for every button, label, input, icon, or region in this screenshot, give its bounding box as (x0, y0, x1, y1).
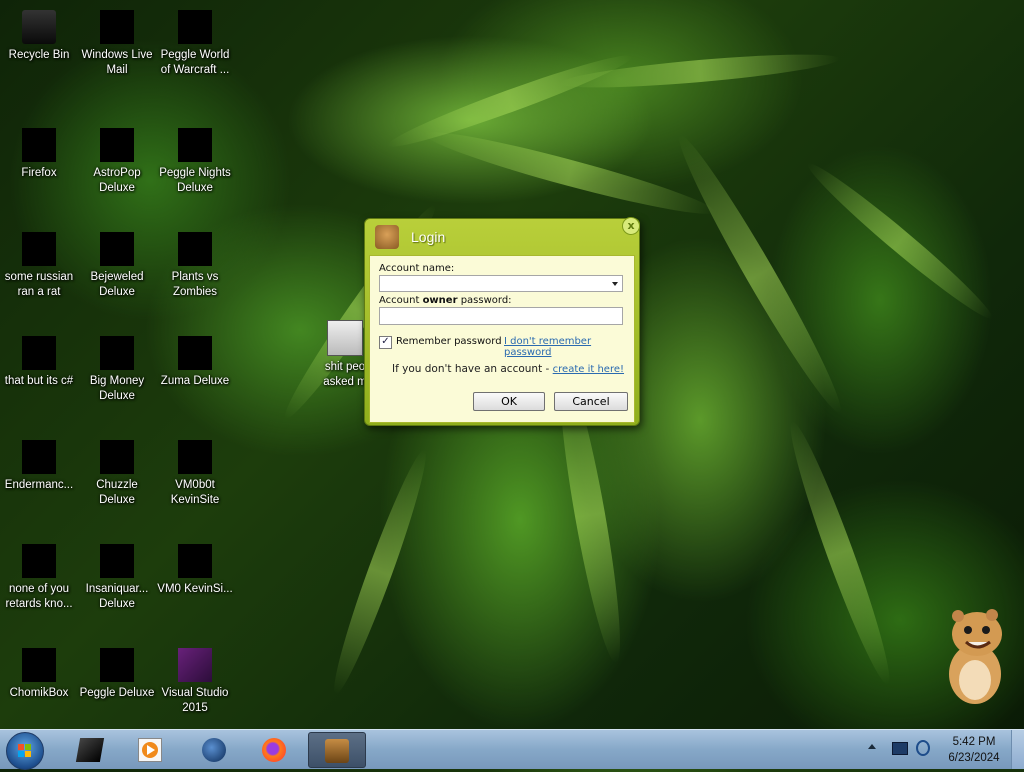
desktop-icon-plants-vs-zombies[interactable]: Plants vs Zombies (156, 232, 234, 300)
no-account-text: If you don't have an account - create it… (392, 363, 625, 375)
taskbar-terminal[interactable] (64, 732, 114, 768)
forgot-password-link[interactable]: I don't remember password (504, 336, 634, 358)
big-money-icon (100, 336, 134, 370)
login-form: Account name: Account owner password: ✓ … (369, 255, 635, 423)
desktop-icon-astropop[interactable]: AstroPop Deluxe (78, 128, 156, 196)
terminal-icon (75, 738, 105, 762)
wallpaper-leaf (384, 46, 636, 156)
network-icon[interactable] (892, 742, 908, 755)
file-icon (327, 320, 363, 356)
wallpaper-leaf (559, 47, 841, 95)
taskbar-media-player[interactable] (124, 732, 174, 768)
start-button[interactable] (6, 732, 44, 770)
firefox-icon (262, 738, 286, 762)
login-dialog: Login x Account name: Account owner pass… (364, 217, 640, 426)
desktop-icon-some-russian[interactable]: some russian ran a rat (0, 232, 78, 300)
desktop-icon-none-of-you[interactable]: none of you retards kno... (0, 544, 78, 612)
wallpaper-leaf (801, 155, 999, 327)
hamster-mascot (949, 609, 1002, 704)
desktop-icon-peggle-wow[interactable]: Peggle World of Warcraft ... (156, 10, 234, 78)
peggle-wow-icon (178, 10, 212, 44)
desktop-icon-big-money[interactable]: Big Money Deluxe (78, 336, 156, 404)
chomikbox-icon (22, 648, 56, 682)
clock-time: 5:42 PM (952, 736, 996, 748)
app-icon (178, 544, 212, 578)
insaniquarium-icon (100, 544, 134, 578)
chomikbox-icon (325, 739, 349, 763)
desktop-icon-firefox[interactable]: Firefox (0, 128, 78, 181)
system-clock[interactable]: 5:42 PM 6/23/2024 (942, 734, 1006, 766)
desktop-icon-windows-live-mail[interactable]: Windows Live Mail (78, 10, 156, 78)
chrome-icon (22, 544, 56, 578)
astropop-icon (100, 128, 134, 162)
chevron-down-icon[interactable] (612, 282, 618, 286)
login-titlebar[interactable]: Login x (365, 217, 640, 255)
desktop-icon-vm0-kevinsi[interactable]: VM0 KevinSi... (156, 544, 234, 597)
desktop-icon-bejeweled[interactable]: Bejeweled Deluxe (78, 232, 156, 300)
desktop-icon-insaniquarium[interactable]: Insaniquar... Deluxe (78, 544, 156, 612)
taskbar-chomikbox[interactable] (308, 732, 366, 768)
globe-icon (202, 738, 226, 762)
wallpaper-leaf (779, 416, 901, 690)
create-account-link[interactable]: create it here! (553, 364, 624, 375)
desktop-icon-peggle-deluxe[interactable]: Peggle Deluxe (78, 648, 156, 701)
taskbar: 5:42 PM 6/23/2024 (0, 729, 1024, 770)
close-icon[interactable]: x (622, 217, 640, 235)
desktop-icon-chuzzle[interactable]: Chuzzle Deluxe (78, 440, 156, 508)
visual-studio-icon (178, 648, 212, 682)
ok-button[interactable]: OK (473, 392, 545, 411)
bejeweled-icon (100, 232, 134, 266)
wallpaper-leaf (421, 121, 719, 225)
volume-icon[interactable] (916, 740, 930, 756)
desktop-icon-endermanc[interactable]: Endermanc... (0, 440, 78, 493)
account-name-combobox[interactable] (379, 275, 623, 292)
file-icon (22, 232, 56, 266)
chuzzle-icon (100, 440, 134, 474)
windows-live-mail-icon (100, 10, 134, 44)
file-icon (22, 336, 56, 370)
peggle-nights-icon (178, 128, 212, 162)
desktop-icon-recycle-bin[interactable]: Recycle Bin (0, 10, 78, 63)
taskbar-globe[interactable] (188, 732, 238, 768)
media-player-icon (138, 738, 162, 762)
owner-password-field[interactable] (379, 307, 623, 325)
cancel-button[interactable]: Cancel (554, 392, 628, 411)
plants-vs-zombies-icon (178, 232, 212, 266)
chomikbox-icon (375, 225, 399, 249)
login-title: Login (411, 229, 446, 245)
desktop-icon-chomikbox[interactable]: ChomikBox (0, 648, 78, 701)
taskbar-firefox[interactable] (248, 732, 298, 768)
desktop-icon-that-but-its-csharp[interactable]: that but its c# (0, 336, 78, 389)
desktop-icon-visual-studio[interactable]: Visual Studio 2015 (156, 648, 234, 716)
clock-date: 6/23/2024 (948, 752, 1000, 764)
desktop-icon-vm0b0t-kevinsite[interactable]: VM0b0t KevinSite (156, 440, 234, 508)
remember-password-label: Remember password (396, 336, 502, 347)
remember-password-checkbox[interactable]: ✓ (379, 336, 392, 349)
zuma-icon (178, 336, 212, 370)
wallpaper-leaf (324, 445, 436, 699)
desktop-icon-peggle-nights[interactable]: Peggle Nights Deluxe (156, 128, 234, 196)
app-icon (22, 440, 56, 474)
windows-logo-icon (18, 744, 31, 757)
firefox-icon (22, 128, 56, 162)
owner-password-label: Account owner password: (379, 295, 512, 306)
show-hidden-icons-icon[interactable] (868, 744, 876, 749)
desktop-icon-zuma[interactable]: Zuma Deluxe (156, 336, 234, 389)
account-name-label: Account name: (379, 263, 455, 274)
recycle-bin-icon (22, 10, 56, 44)
app-icon (178, 440, 212, 474)
show-desktop-button[interactable] (1011, 730, 1024, 769)
peggle-icon (100, 648, 134, 682)
